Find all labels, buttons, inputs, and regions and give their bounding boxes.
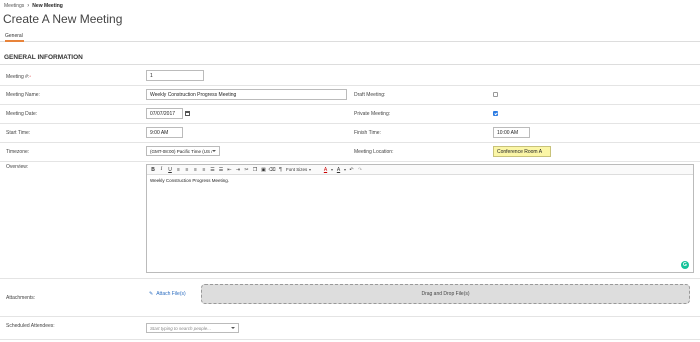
overview-content[interactable]: Weekly Construction Progress Meeting. [150, 178, 229, 183]
attendees-search-select[interactable]: Start typing to search people... [146, 323, 239, 333]
draft-meeting-label: Draft Meeting: [354, 92, 386, 98]
align-right-icon[interactable]: ≡ [193, 166, 199, 173]
section-title: GENERAL INFORMATION [4, 54, 83, 61]
private-meeting-checkbox[interactable] [493, 111, 498, 116]
indent-icon[interactable]: ⇥ [235, 166, 241, 173]
chevron-down-icon [231, 327, 235, 329]
row-divider [0, 316, 700, 317]
tab-general[interactable]: General [5, 33, 23, 39]
attach-files-link[interactable]: ✎ Attach File(s) [149, 291, 186, 297]
bulleted-list-icon[interactable]: ☰ [210, 166, 216, 173]
outdent-icon[interactable]: ⇤ [227, 166, 233, 173]
meeting-number-label: Meeting #:* [6, 74, 31, 80]
row-divider [0, 123, 700, 124]
font-size-label: Font Sizes [286, 167, 308, 172]
chevron-down-icon [309, 168, 312, 171]
attachments-label: Attachments: [6, 295, 36, 301]
copy-icon[interactable]: ❐ [252, 166, 258, 173]
row-divider [0, 104, 700, 105]
scheduled-attendees-label: Scheduled Attendees: [6, 323, 55, 329]
draft-meeting-checkbox[interactable] [493, 92, 498, 97]
page-title: Create A New Meeting [3, 12, 123, 26]
breadcrumb-current: New Meeting [32, 3, 63, 9]
chevron-down-icon[interactable] [344, 168, 346, 171]
overview-label: Overview: [6, 164, 29, 170]
dropzone-label: Drag and Drop File(s) [421, 291, 470, 297]
start-time-label: Start Time: [6, 130, 31, 136]
underline-icon[interactable]: U [167, 166, 173, 173]
calendar-icon[interactable] [185, 111, 190, 116]
paste-icon[interactable]: ▣ [261, 166, 267, 173]
timezone-label: Timezone: [6, 149, 30, 155]
editor-toolbar: B I U ≡ ≡ ≡ ≡ ☰ ☰ ⇤ ⇥ ✂ ❐ ▣ ⌫ ¶ Font Siz… [147, 165, 693, 175]
bold-icon[interactable]: B [150, 166, 156, 173]
required-marker: * [29, 74, 31, 79]
align-left-icon[interactable]: ≡ [176, 166, 182, 173]
align-center-icon[interactable]: ≡ [184, 166, 190, 173]
private-meeting-label: Private Meeting: [354, 111, 391, 117]
row-divider [0, 161, 700, 162]
chevron-right-icon: › [27, 3, 30, 9]
redo-icon[interactable]: ↷ [357, 166, 363, 173]
meeting-date-input[interactable]: 07/07/2017 [146, 108, 183, 119]
timezone-select[interactable]: (GMT-08:00) Pacific Time (US / [146, 146, 220, 156]
clear-format-icon[interactable]: ⌫ [268, 166, 275, 173]
align-justify-icon[interactable]: ≡ [201, 166, 207, 173]
timezone-value: (GMT-08:00) Pacific Time (US / [150, 149, 212, 154]
meeting-name-label: Meeting Name: [6, 92, 40, 98]
numbered-list-icon[interactable]: ☰ [218, 166, 224, 173]
font-size-select[interactable]: Font Sizes [286, 167, 320, 172]
overview-editor[interactable]: B I U ≡ ≡ ≡ ≡ ☰ ☰ ⇤ ⇥ ✂ ❐ ▣ ⌫ ¶ Font Siz… [146, 164, 694, 273]
meeting-location-input[interactable]: Conference Room A [493, 146, 551, 157]
text-color-icon[interactable]: A [323, 166, 329, 173]
meeting-location-label: Meeting Location: [354, 149, 394, 155]
row-divider [0, 85, 700, 86]
attendees-placeholder: Start typing to search people... [150, 326, 212, 331]
section-divider [0, 64, 700, 65]
meeting-name-input[interactable]: Weekly Construction Progress Meeting [146, 89, 347, 100]
italic-icon[interactable]: I [159, 166, 165, 173]
meeting-number-input[interactable]: 1 [146, 70, 204, 81]
cut-icon[interactable]: ✂ [244, 166, 250, 173]
file-dropzone[interactable]: Drag and Drop File(s) [201, 284, 690, 304]
finish-time-label: Finish Time: [354, 130, 381, 136]
tab-bar: General [0, 32, 700, 42]
breadcrumb: Meetings › New Meeting [4, 3, 63, 9]
active-tab-indicator [5, 40, 24, 42]
chevron-down-icon [212, 150, 216, 152]
breadcrumb-meetings-link[interactable]: Meetings [4, 3, 24, 9]
format-icon[interactable]: ¶ [278, 166, 284, 173]
paperclip-icon: ✎ [149, 291, 154, 297]
row-divider [0, 278, 700, 279]
chevron-down-icon[interactable] [331, 168, 333, 171]
attach-files-label: Attach File(s) [156, 291, 186, 297]
meeting-date-label: Meeting Date: [6, 111, 38, 117]
row-divider [0, 142, 700, 143]
start-time-input[interactable]: 9:00 AM [146, 127, 183, 138]
row-divider [0, 339, 700, 340]
undo-icon[interactable]: ↶ [349, 166, 355, 173]
grammarly-icon[interactable]: G [681, 261, 689, 269]
finish-time-input[interactable]: 10:00 AM [493, 127, 530, 138]
highlight-color-icon[interactable]: A [336, 166, 342, 173]
